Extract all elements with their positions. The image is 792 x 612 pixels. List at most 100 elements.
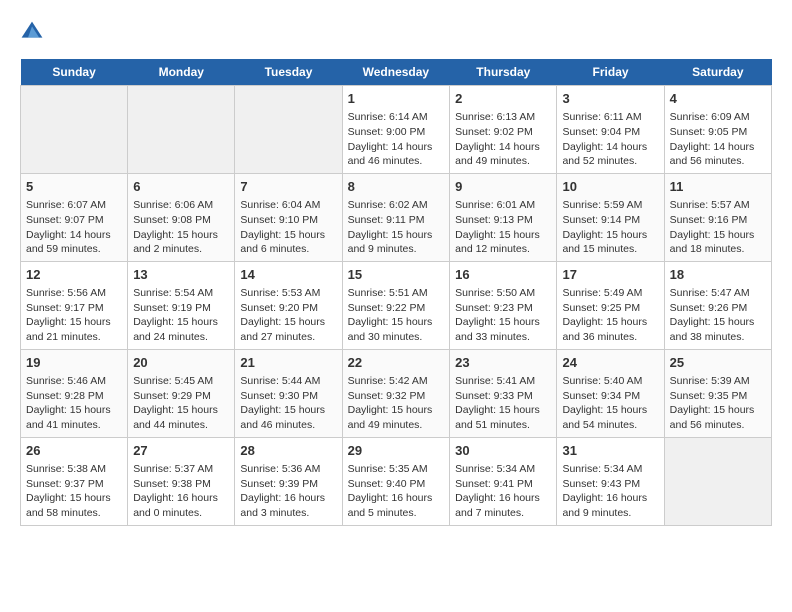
calendar-cell: 29Sunrise: 5:35 AMSunset: 9:40 PMDayligh…	[342, 437, 450, 525]
header	[20, 20, 772, 49]
calendar-cell: 28 Sunrise: 5:36 AMSunset: 9:39 PMDayligh…	[235, 437, 342, 525]
day-number: 9	[455, 178, 551, 196]
calendar-cell: 7 Sunrise: 6:04 AMSunset: 9:10 PMDaylight…	[235, 173, 342, 261]
day-info: Sunrise: 5:40 AMSunset: 9:34 PMDaylight:…	[562, 374, 658, 433]
calendar-cell	[21, 86, 128, 174]
day-number: 13	[133, 266, 229, 284]
day-number: 18	[670, 266, 766, 284]
day-info: Sunrise: 5:34 AMSunset: 9:41 PMDaylight:…	[455, 462, 551, 521]
calendar-cell: 12 Sunrise: 5:56 AMSunset: 9:17 PMDayligh…	[21, 261, 128, 349]
calendar-cell	[235, 86, 342, 174]
day-number: 20	[133, 354, 229, 372]
calendar-cell: 8 Sunrise: 6:02 AMSunset: 9:11 PMDaylight…	[342, 173, 450, 261]
day-header-thursday: Thursday	[450, 59, 557, 86]
day-info: Sunrise: 6:06 AMSunset: 9:08 PMDaylight:…	[133, 198, 229, 257]
day-info: Sunrise: 6:13 AMSunset: 9:02 PMDaylight:…	[455, 110, 551, 169]
day-number: 25	[670, 354, 766, 372]
day-info: Sunrise: 5:51 AMSunset: 9:22 PMDaylight:…	[348, 286, 445, 345]
day-info: Sunrise: 6:07 AMSunset: 9:07 PMDaylight:…	[26, 198, 122, 257]
day-number: 16	[455, 266, 551, 284]
day-number: 5	[26, 178, 122, 196]
calendar-cell: 27 Sunrise: 5:37 AMSunset: 9:38 PMDayligh…	[128, 437, 235, 525]
calendar-cell: 14Sunrise: 5:53 AMSunset: 9:20 PMDayligh…	[235, 261, 342, 349]
day-number: 21	[240, 354, 336, 372]
calendar-table: SundayMondayTuesdayWednesdayThursdayFrid…	[20, 59, 772, 526]
calendar-cell: 15 Sunrise: 5:51 AMSunset: 9:22 PMDayligh…	[342, 261, 450, 349]
day-info: Sunrise: 5:44 AMSunset: 9:30 PMDaylight:…	[240, 374, 336, 433]
day-info: Sunrise: 5:36 AMSunset: 9:39 PMDaylight:…	[240, 462, 336, 521]
calendar-cell: 16 Sunrise: 5:50 AMSunset: 9:23 PMDayligh…	[450, 261, 557, 349]
day-info: Sunrise: 6:04 AMSunset: 9:10 PMDaylight:…	[240, 198, 336, 257]
day-info: Sunrise: 5:56 AMSunset: 9:17 PMDaylight:…	[26, 286, 122, 345]
week-row-1: 1Sunrise: 6:14 AMSunset: 9:00 PMDaylight…	[21, 86, 772, 174]
week-row-2: 5 Sunrise: 6:07 AMSunset: 9:07 PMDaylight…	[21, 173, 772, 261]
calendar-cell: 18 Sunrise: 5:47 AMSunset: 9:26 PMDayligh…	[664, 261, 771, 349]
calendar-cell: 25Sunrise: 5:39 AMSunset: 9:35 PMDayligh…	[664, 349, 771, 437]
day-number: 26	[26, 442, 122, 460]
calendar-cell: 3Sunrise: 6:11 AMSunset: 9:04 PMDaylight…	[557, 86, 664, 174]
day-info: Sunrise: 5:37 AMSunset: 9:38 PMDaylight:…	[133, 462, 229, 521]
day-number: 6	[133, 178, 229, 196]
day-number: 28	[240, 442, 336, 460]
day-info: Sunrise: 5:46 AMSunset: 9:28 PMDaylight:…	[26, 374, 122, 433]
calendar-cell: 9 Sunrise: 6:01 AMSunset: 9:13 PMDaylight…	[450, 173, 557, 261]
day-header-friday: Friday	[557, 59, 664, 86]
day-info: Sunrise: 5:35 AMSunset: 9:40 PMDaylight:…	[348, 462, 445, 521]
calendar-cell: 6 Sunrise: 6:06 AMSunset: 9:08 PMDaylight…	[128, 173, 235, 261]
calendar-cell: 5 Sunrise: 6:07 AMSunset: 9:07 PMDaylight…	[21, 173, 128, 261]
logo-icon	[20, 20, 44, 44]
day-info: Sunrise: 5:42 AMSunset: 9:32 PMDaylight:…	[348, 374, 445, 433]
calendar-cell: 24 Sunrise: 5:40 AMSunset: 9:34 PMDayligh…	[557, 349, 664, 437]
calendar-cell: 17 Sunrise: 5:49 AMSunset: 9:25 PMDayligh…	[557, 261, 664, 349]
day-info: Sunrise: 6:01 AMSunset: 9:13 PMDaylight:…	[455, 198, 551, 257]
calendar-cell: 4Sunrise: 6:09 AMSunset: 9:05 PMDaylight…	[664, 86, 771, 174]
calendar-cell: 21 Sunrise: 5:44 AMSunset: 9:30 PMDayligh…	[235, 349, 342, 437]
day-header-tuesday: Tuesday	[235, 59, 342, 86]
day-info: Sunrise: 6:02 AMSunset: 9:11 PMDaylight:…	[348, 198, 445, 257]
day-number: 27	[133, 442, 229, 460]
day-info: Sunrise: 5:47 AMSunset: 9:26 PMDaylight:…	[670, 286, 766, 345]
calendar-cell: 19Sunrise: 5:46 AMSunset: 9:28 PMDayligh…	[21, 349, 128, 437]
day-header-wednesday: Wednesday	[342, 59, 450, 86]
day-info: Sunrise: 6:14 AMSunset: 9:00 PMDaylight:…	[348, 110, 445, 169]
day-number: 8	[348, 178, 445, 196]
day-info: Sunrise: 6:11 AMSunset: 9:04 PMDaylight:…	[562, 110, 658, 169]
day-number: 15	[348, 266, 445, 284]
calendar-cell: 20 Sunrise: 5:45 AMSunset: 9:29 PMDayligh…	[128, 349, 235, 437]
calendar-cell: 2 Sunrise: 6:13 AMSunset: 9:02 PMDaylight…	[450, 86, 557, 174]
day-info: Sunrise: 5:50 AMSunset: 9:23 PMDaylight:…	[455, 286, 551, 345]
day-number: 30	[455, 442, 551, 460]
calendar-cell	[128, 86, 235, 174]
day-info: Sunrise: 5:59 AMSunset: 9:14 PMDaylight:…	[562, 198, 658, 257]
day-number: 12	[26, 266, 122, 284]
day-number: 10	[562, 178, 658, 196]
day-info: Sunrise: 5:49 AMSunset: 9:25 PMDaylight:…	[562, 286, 658, 345]
day-number: 7	[240, 178, 336, 196]
day-number: 17	[562, 266, 658, 284]
calendar-cell: 22 Sunrise: 5:42 AMSunset: 9:32 PMDayligh…	[342, 349, 450, 437]
day-info: Sunrise: 5:34 AMSunset: 9:43 PMDaylight:…	[562, 462, 658, 521]
logo	[20, 20, 48, 49]
day-info: Sunrise: 5:45 AMSunset: 9:29 PMDaylight:…	[133, 374, 229, 433]
day-info: Sunrise: 6:09 AMSunset: 9:05 PMDaylight:…	[670, 110, 766, 169]
day-number: 22	[348, 354, 445, 372]
calendar-cell: 31Sunrise: 5:34 AMSunset: 9:43 PMDayligh…	[557, 437, 664, 525]
day-info: Sunrise: 5:38 AMSunset: 9:37 PMDaylight:…	[26, 462, 122, 521]
day-info: Sunrise: 5:41 AMSunset: 9:33 PMDaylight:…	[455, 374, 551, 433]
calendar-cell: 26 Sunrise: 5:38 AMSunset: 9:37 PMDayligh…	[21, 437, 128, 525]
day-headers-row: SundayMondayTuesdayWednesdayThursdayFrid…	[21, 59, 772, 86]
calendar-cell	[664, 437, 771, 525]
calendar-cell: 10 Sunrise: 5:59 AMSunset: 9:14 PMDayligh…	[557, 173, 664, 261]
day-info: Sunrise: 5:53 AMSunset: 9:20 PMDaylight:…	[240, 286, 336, 345]
calendar-cell: 1Sunrise: 6:14 AMSunset: 9:00 PMDaylight…	[342, 86, 450, 174]
day-header-sunday: Sunday	[21, 59, 128, 86]
day-header-monday: Monday	[128, 59, 235, 86]
week-row-5: 26 Sunrise: 5:38 AMSunset: 9:37 PMDayligh…	[21, 437, 772, 525]
calendar-cell: 30 Sunrise: 5:34 AMSunset: 9:41 PMDayligh…	[450, 437, 557, 525]
day-number: 2	[455, 90, 551, 108]
day-info: Sunrise: 5:54 AMSunset: 9:19 PMDaylight:…	[133, 286, 229, 345]
day-number: 24	[562, 354, 658, 372]
calendar-cell: 11Sunrise: 5:57 AMSunset: 9:16 PMDayligh…	[664, 173, 771, 261]
week-row-4: 19Sunrise: 5:46 AMSunset: 9:28 PMDayligh…	[21, 349, 772, 437]
day-number: 11	[670, 178, 766, 196]
